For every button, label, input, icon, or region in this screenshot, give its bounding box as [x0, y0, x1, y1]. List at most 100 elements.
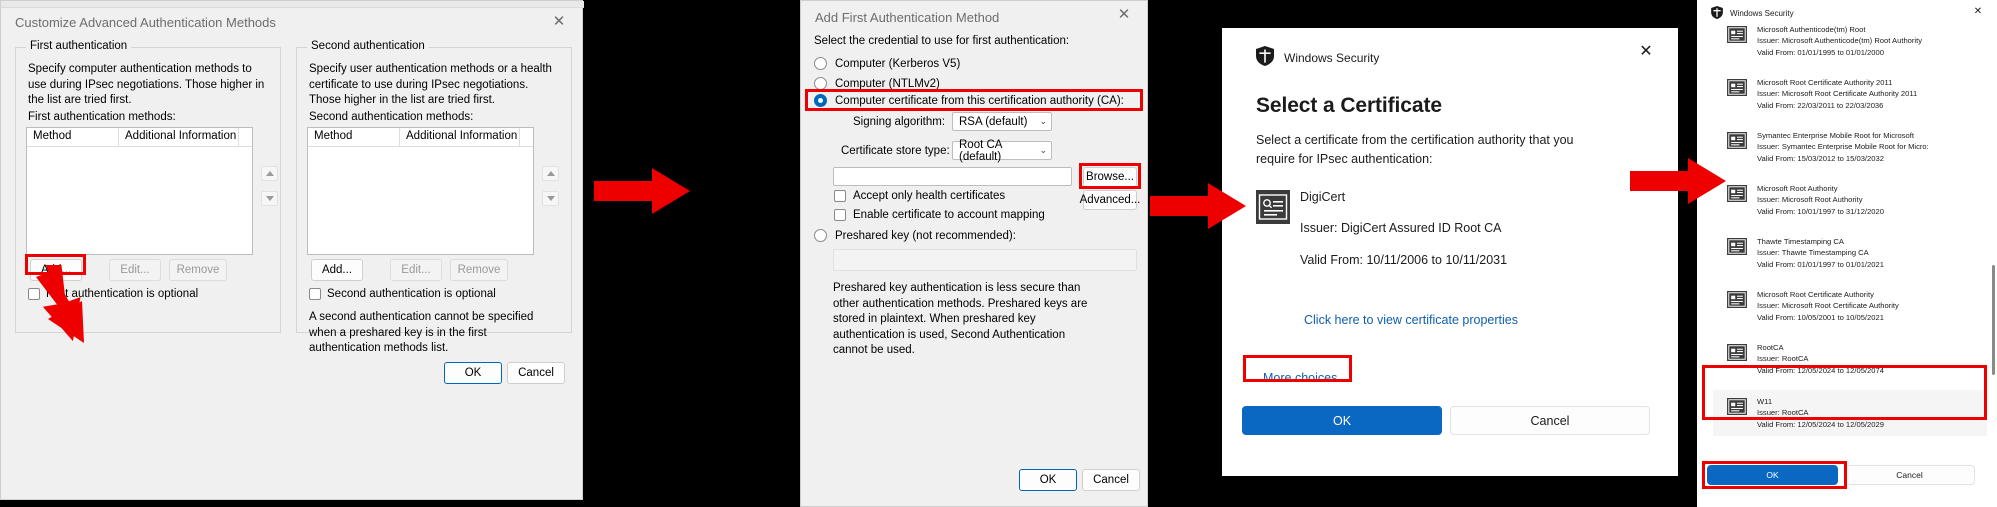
view-certificate-properties-link[interactable]: Click here to view certificate propertie… — [1304, 313, 1518, 327]
certificate-validity: Valid From: 10/05/2001 to 10/05/2021 — [1757, 312, 1884, 322]
option-kerberos-radio[interactable] — [814, 57, 827, 70]
second-authentication-optional-checkbox[interactable] — [309, 288, 321, 300]
option-ntlmv2-radio[interactable] — [814, 77, 827, 90]
second-authentication-group: Second authentication Specify user authe… — [296, 40, 572, 354]
certificate-issuer: Issuer: RootCA — [1757, 354, 1809, 364]
panel3-title-bar: Windows Security — [1256, 46, 1379, 69]
chevron-down-icon-2: ⌄ — [1039, 145, 1047, 155]
panel4-app-title: Windows Security — [1730, 9, 1794, 18]
preshared-key-input[interactable] — [833, 249, 1137, 271]
certificate-issuer: Issuer: Microsoft Root Authority — [1757, 195, 1863, 205]
option-ntlmv2-row[interactable]: Computer (NTLMv2) — [814, 77, 940, 90]
panel3-ok-label: OK — [1332, 413, 1352, 428]
certificate-validity: Valid From: 22/03/2011 to 22/03/2036 — [1757, 100, 1884, 110]
second-move-down-button[interactable] — [542, 191, 559, 206]
certificate-store-type-value: Root CA (default) — [959, 138, 1002, 163]
list-item[interactable]: Microsoft Authenticode(tm) Root Issuer: … — [1727, 24, 1985, 58]
list-item[interactable]: Symantec Enterprise Mobile Root for Micr… — [1727, 130, 1985, 164]
browse-label: Browse... — [1086, 171, 1134, 183]
certificate-validity: Valid From: 10/11/2006 to 10/11/2031 — [1300, 252, 1508, 267]
screenshot-stage: Customize Advanced Authentication Method… — [0, 0, 1997, 507]
certificate-name: Thawte Timestamping CA — [1757, 237, 1844, 246]
certificate-icon — [1727, 185, 1747, 207]
option-computer-certificate-row[interactable]: Computer certificate from this certifica… — [814, 94, 1124, 107]
arrow-panel3-to-panel4 — [1630, 158, 1726, 204]
accept-health-certificates-row[interactable]: Accept only health certificates — [834, 190, 1005, 202]
add-first-authentication-method-dialog: Add First Authentication Method ✕ Select… — [800, 0, 1148, 507]
second-authentication-optional-row[interactable]: Second authentication is optional — [309, 288, 496, 300]
panel1-title-bar: Customize Advanced Authentication Method… — [1, 8, 582, 36]
panel2-cancel-button[interactable]: Cancel — [1082, 469, 1140, 491]
accept-health-certificates-label: Accept only health certificates — [853, 190, 1006, 202]
list-item[interactable]: Microsoft Root Certificate Authority Iss… — [1727, 289, 1985, 323]
list-item[interactable]: Thawte Timestamping CA Issuer: Thawte Ti… — [1727, 236, 1985, 270]
panel4-close-button[interactable]: ✕ — [1969, 3, 1987, 21]
second-edit-button[interactable]: Edit... — [390, 259, 442, 281]
first-move-up-button[interactable] — [261, 166, 278, 181]
second-authentication-list-label: Second authentication methods: — [309, 111, 474, 123]
panel4-cancel-label: Cancel — [1896, 470, 1923, 480]
first-authentication-description: Specify computer authentication methods … — [28, 63, 265, 107]
second-move-up-button[interactable] — [542, 166, 559, 181]
panel1-ok-button[interactable]: OK — [444, 362, 502, 384]
panel4-cancel-button[interactable]: Cancel — [1844, 465, 1975, 485]
signing-algorithm-select[interactable]: RSA (default) ⌄ — [952, 112, 1052, 131]
second-remove-button[interactable]: Remove — [450, 259, 508, 281]
option-computer-certificate-radio[interactable] — [814, 94, 827, 107]
panel1-cancel-button[interactable]: Cancel — [507, 362, 565, 384]
panel3-app-title: Windows Security — [1284, 50, 1380, 65]
browse-button[interactable]: Browse... — [1083, 167, 1137, 187]
certificate-store-type-select[interactable]: Root CA (default) ⌄ — [952, 138, 1052, 163]
signing-algorithm-value: RSA (default) — [959, 115, 1028, 128]
option-preshared-key-label: Preshared key (not recommended): — [835, 229, 1016, 242]
first-col-method: Method — [27, 128, 119, 146]
select-a-certificate-dialog: Windows Security ✕ Select a Certificate … — [1222, 28, 1678, 476]
advanced-label: Advanced... — [1079, 194, 1141, 206]
first-move-down-button[interactable] — [261, 191, 278, 206]
panel3-body-text: Select a certificate from the certificat… — [1256, 133, 1574, 167]
list-item[interactable]: Microsoft Root Certificate Authority 201… — [1727, 77, 1985, 111]
list-item[interactable]: Microsoft Root Authority Issuer: Microso… — [1727, 183, 1985, 217]
certificate-entry-w11[interactable]: W11 Issuer: RootCA Valid From: 12/05/202… — [1713, 390, 1987, 437]
enable-certificate-mapping-checkbox[interactable] — [834, 209, 846, 221]
panel4-ok-button[interactable]: OK — [1707, 465, 1838, 485]
customize-advanced-authentication-dialog: Customize Advanced Authentication Method… — [0, 0, 584, 500]
certificate-list-scrollbar[interactable] — [1992, 265, 1995, 375]
option-preshared-key-row[interactable]: Preshared key (not recommended): — [814, 229, 1016, 242]
option-ntlmv2-label: Computer (NTLMv2) — [835, 77, 940, 90]
option-kerberos-label: Computer (Kerberos V5) — [835, 57, 961, 70]
panel3-close-button[interactable]: ✕ — [1634, 40, 1658, 64]
panel1-ok-label: OK — [464, 367, 482, 379]
panel2-ok-button[interactable]: OK — [1019, 469, 1077, 491]
certificate-entry-digicert[interactable]: DigiCert Issuer: DigiCert Assured ID Roo… — [1256, 186, 1646, 270]
panel1-close-button[interactable]: ✕ — [544, 11, 574, 33]
certificate-list[interactable]: Microsoft Authenticode(tm) Root Issuer: … — [1705, 20, 1989, 455]
certificate-icon — [1727, 132, 1747, 154]
panel2-close-button[interactable]: ✕ — [1109, 4, 1139, 26]
option-preshared-key-radio[interactable] — [814, 229, 827, 242]
advanced-button[interactable]: Advanced... — [1080, 190, 1140, 210]
first-authentication-list-label: First authentication methods: — [28, 111, 176, 123]
certificate-icon — [1727, 79, 1747, 101]
second-add-button[interactable]: Add... — [311, 259, 363, 281]
panel3-ok-button[interactable]: OK — [1242, 406, 1442, 435]
panel3-cancel-button[interactable]: Cancel — [1450, 406, 1650, 435]
second-authentication-methods-list[interactable]: Method Additional Information — [307, 127, 534, 255]
certificate-name: Microsoft Authenticode(tm) Root — [1757, 25, 1866, 34]
option-kerberos-row[interactable]: Computer (Kerberos V5) — [814, 57, 960, 70]
certification-authority-input[interactable] — [833, 167, 1072, 186]
more-choices-link[interactable]: More choices — [1263, 371, 1337, 385]
second-col-additional-info: Additional Information — [400, 128, 520, 146]
enable-certificate-mapping-label: Enable certificate to account mapping — [853, 209, 1045, 221]
enable-certificate-mapping-row[interactable]: Enable certificate to account mapping — [834, 209, 1045, 221]
panel4-ok-label: OK — [1766, 470, 1779, 480]
certificate-issuer: Issuer: Microsoft Authenticode(tm) Root … — [1757, 36, 1923, 46]
arrow-panel1-to-panel2 — [594, 168, 690, 214]
certificate-icon — [1727, 291, 1747, 313]
chevron-down-icon: ⌄ — [1039, 116, 1047, 126]
second-authentication-note: A second authentication cannot be specif… — [309, 311, 534, 355]
shield-icon — [1256, 46, 1274, 69]
first-authentication-methods-list[interactable]: Method Additional Information — [26, 127, 253, 255]
list-item[interactable]: RootCA Issuer: RootCA Valid From: 12/05/… — [1727, 342, 1985, 376]
accept-health-certificates-checkbox[interactable] — [834, 190, 846, 202]
